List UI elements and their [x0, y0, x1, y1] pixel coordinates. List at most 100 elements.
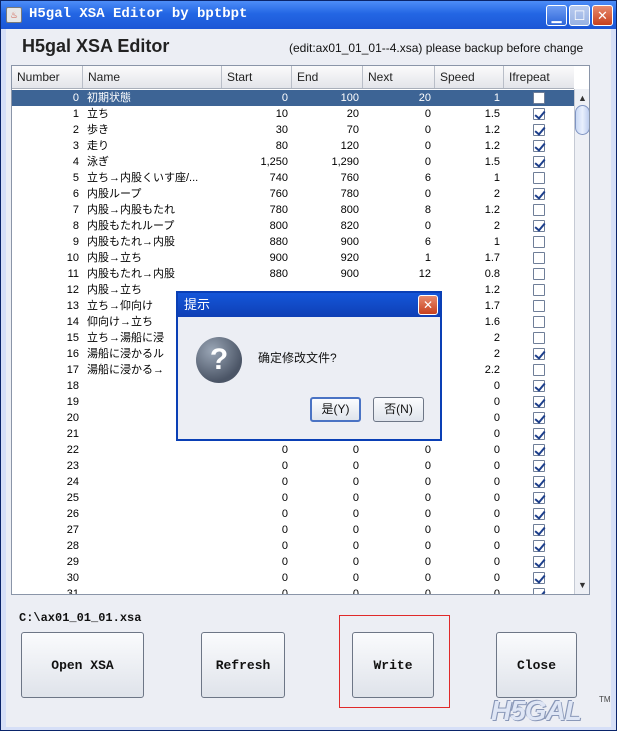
cell-next[interactable]: 0: [363, 570, 435, 586]
cell-name[interactable]: [83, 538, 222, 554]
cell-number[interactable]: 20: [12, 410, 83, 426]
ifrepeat-checkbox[interactable]: [533, 204, 545, 216]
cell-speed[interactable]: 0: [435, 538, 504, 554]
cell-number[interactable]: 13: [12, 298, 83, 314]
cell-end[interactable]: 0: [292, 474, 363, 490]
table-row[interactable]: 23 0 0 0 0: [12, 458, 574, 474]
cell-number[interactable]: 0: [12, 90, 83, 106]
cell-number[interactable]: 6: [12, 186, 83, 202]
cell-start[interactable]: 0: [222, 506, 292, 522]
cell-number[interactable]: 3: [12, 138, 83, 154]
cell-next[interactable]: 1: [363, 250, 435, 266]
cell-speed[interactable]: 0: [435, 458, 504, 474]
cell-end[interactable]: 20: [292, 106, 363, 122]
cell-name[interactable]: 内股ループ: [83, 186, 222, 202]
title-bar[interactable]: ♨ H5gal XSA Editor by bptbpt ▁ ☐ ✕: [1, 1, 616, 29]
cell-start[interactable]: 0: [222, 490, 292, 506]
table-row[interactable]: 0 初期状態 0 100 20 1: [12, 90, 574, 106]
ifrepeat-checkbox[interactable]: [533, 124, 545, 136]
cell-end[interactable]: 70: [292, 122, 363, 138]
cell-next[interactable]: 0: [363, 442, 435, 458]
close-window-button[interactable]: ✕: [592, 5, 613, 26]
cell-name[interactable]: [83, 474, 222, 490]
table-row[interactable]: 24 0 0 0 0: [12, 474, 574, 490]
cell-start[interactable]: 0: [222, 554, 292, 570]
cell-speed[interactable]: 1: [435, 170, 504, 186]
cell-end[interactable]: 0: [292, 586, 363, 594]
dialog-close-button[interactable]: ✕: [418, 295, 438, 315]
cell-start[interactable]: 900: [222, 250, 292, 266]
cell-start[interactable]: 0: [222, 570, 292, 586]
cell-speed[interactable]: 1.6: [435, 314, 504, 330]
cell-next[interactable]: 0: [363, 522, 435, 538]
ifrepeat-checkbox[interactable]: [533, 540, 545, 552]
ifrepeat-checkbox[interactable]: [533, 108, 545, 120]
table-row[interactable]: 2 歩き 30 70 0 1.2: [12, 122, 574, 138]
ifrepeat-checkbox[interactable]: [533, 188, 545, 200]
cell-number[interactable]: 7: [12, 202, 83, 218]
cell-next[interactable]: 0: [363, 506, 435, 522]
cell-name[interactable]: [83, 554, 222, 570]
cell-next[interactable]: 0: [363, 218, 435, 234]
cell-number[interactable]: 28: [12, 538, 83, 554]
cell-number[interactable]: 5: [12, 170, 83, 186]
ifrepeat-checkbox[interactable]: [533, 412, 545, 424]
cell-name[interactable]: 立ち: [83, 106, 222, 122]
cell-speed[interactable]: 0: [435, 490, 504, 506]
ifrepeat-checkbox[interactable]: [533, 252, 545, 264]
cell-name[interactable]: [83, 458, 222, 474]
cell-speed[interactable]: 0: [435, 410, 504, 426]
cell-next[interactable]: 0: [363, 106, 435, 122]
column-header-start[interactable]: Start: [222, 66, 292, 88]
ifrepeat-checkbox[interactable]: [533, 348, 545, 360]
cell-end[interactable]: 0: [292, 538, 363, 554]
cell-next[interactable]: 0: [363, 586, 435, 594]
cell-name[interactable]: 初期状態: [83, 90, 222, 106]
cell-number[interactable]: 25: [12, 490, 83, 506]
cell-speed[interactable]: 1.2: [435, 122, 504, 138]
cell-speed[interactable]: 1.5: [435, 154, 504, 170]
table-row[interactable]: 4 泳ぎ 1,250 1,290 0 1.5: [12, 154, 574, 170]
column-header-next[interactable]: Next: [363, 66, 435, 88]
cell-name[interactable]: [83, 586, 222, 594]
maximize-button[interactable]: ☐: [569, 5, 590, 26]
cell-name[interactable]: [83, 490, 222, 506]
cell-number[interactable]: 9: [12, 234, 83, 250]
refresh-button[interactable]: Refresh: [201, 632, 285, 698]
cell-speed[interactable]: 0: [435, 554, 504, 570]
cell-speed[interactable]: 1: [435, 90, 504, 106]
cell-end[interactable]: 0: [292, 554, 363, 570]
cell-speed[interactable]: 2: [435, 218, 504, 234]
minimize-button[interactable]: ▁: [546, 5, 567, 26]
ifrepeat-checkbox[interactable]: [533, 492, 545, 504]
cell-number[interactable]: 11: [12, 266, 83, 282]
cell-speed[interactable]: 2.2: [435, 362, 504, 378]
column-header-end[interactable]: End: [292, 66, 363, 88]
cell-next[interactable]: 20: [363, 90, 435, 106]
cell-name[interactable]: 内股もたれループ: [83, 218, 222, 234]
cell-number[interactable]: 4: [12, 154, 83, 170]
ifrepeat-checkbox[interactable]: [533, 300, 545, 312]
table-row[interactable]: 3 走り 80 120 0 1.2: [12, 138, 574, 154]
ifrepeat-checkbox[interactable]: [533, 428, 545, 440]
cell-next[interactable]: 0: [363, 554, 435, 570]
cell-end[interactable]: 760: [292, 170, 363, 186]
cell-name[interactable]: [83, 442, 222, 458]
column-header-number[interactable]: Number: [12, 66, 83, 88]
table-row[interactable]: 10 内股→立ち 900 920 1 1.7: [12, 250, 574, 266]
cell-start[interactable]: 0: [222, 90, 292, 106]
cell-number[interactable]: 31: [12, 586, 83, 594]
ifrepeat-checkbox[interactable]: [533, 364, 545, 376]
cell-name[interactable]: 泳ぎ: [83, 154, 222, 170]
cell-speed[interactable]: 0: [435, 570, 504, 586]
ifrepeat-checkbox[interactable]: [533, 444, 545, 456]
table-row[interactable]: 31 0 0 0 0: [12, 586, 574, 594]
cell-end[interactable]: 780: [292, 186, 363, 202]
cell-start[interactable]: 760: [222, 186, 292, 202]
cell-number[interactable]: 1: [12, 106, 83, 122]
cell-end[interactable]: 0: [292, 506, 363, 522]
table-row[interactable]: 28 0 0 0 0: [12, 538, 574, 554]
cell-name[interactable]: [83, 522, 222, 538]
ifrepeat-checkbox[interactable]: [533, 588, 545, 594]
cell-start[interactable]: 0: [222, 474, 292, 490]
